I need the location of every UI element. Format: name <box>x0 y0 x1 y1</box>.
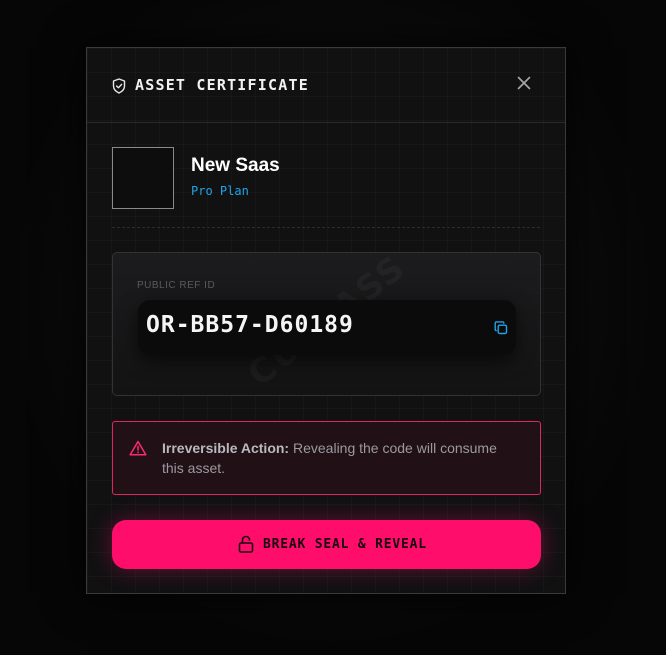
warning-text: Irreversible Action: Revealing the code … <box>162 438 522 478</box>
break-seal-label: BREAK SEAL & REVEAL <box>263 537 427 552</box>
ref-code: OR-BB57-D60189 <box>146 312 354 338</box>
copy-icon[interactable] <box>494 321 508 335</box>
product-plan: Pro Plan <box>191 184 249 198</box>
modal-header: ASSET CERTIFICATE <box>87 48 565 123</box>
reference-card: CURLASS PUBLIC REF ID OR-BB57-D60189 <box>112 252 541 396</box>
ref-label: PUBLIC REF ID <box>137 280 216 291</box>
product-thumbnail <box>112 147 174 209</box>
product-summary: New Saas Pro Plan <box>112 147 540 228</box>
warning-banner: Irreversible Action: Revealing the code … <box>112 421 541 495</box>
close-icon[interactable] <box>515 74 533 92</box>
product-name: New Saas <box>191 155 280 176</box>
ref-code-box: OR-BB57-D60189 <box>138 300 516 355</box>
modal-title: ASSET CERTIFICATE <box>135 76 309 94</box>
shield-check-icon <box>112 78 126 94</box>
unlock-icon <box>238 535 254 553</box>
warning-title: Irreversible Action: <box>162 440 290 456</box>
alert-triangle-icon <box>129 440 147 456</box>
asset-certificate-modal: ASSET CERTIFICATE New Saas Pro Plan CURL… <box>86 47 566 594</box>
break-seal-button[interactable]: BREAK SEAL & REVEAL <box>112 520 541 569</box>
